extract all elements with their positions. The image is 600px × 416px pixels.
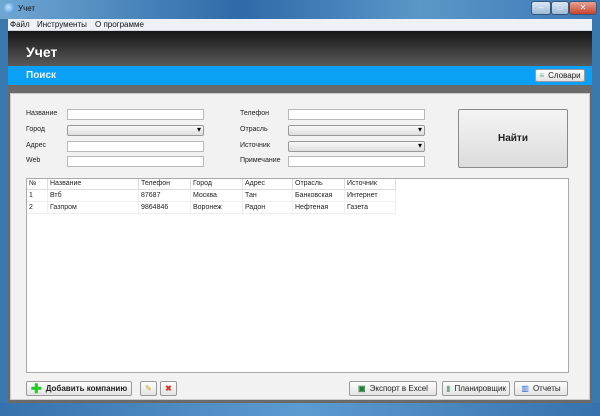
planner-icon: ▮ (446, 384, 451, 393)
column-header-city[interactable]: Город (191, 179, 243, 190)
find-button[interactable]: Найти (458, 109, 568, 168)
excel-icon: ▣ (358, 384, 366, 393)
table-cell[interactable]: 1 (27, 190, 48, 202)
menu-about[interactable]: О программе (95, 20, 144, 29)
web-label: Web (26, 157, 41, 164)
planner-button[interactable]: ▮ Планировщик (442, 381, 510, 396)
table-cell[interactable]: Газета (345, 202, 396, 214)
menu-bar: Файл Инструменты О программе (8, 19, 592, 31)
window-title: Учет (18, 4, 36, 13)
note-label: Примечание (240, 157, 281, 164)
table-cell[interactable]: Радон (243, 202, 293, 214)
table-cell[interactable]: Газпром (48, 202, 139, 214)
planner-label: Планировщик (454, 384, 506, 393)
column-header-address[interactable]: Адрес (243, 179, 293, 190)
column-header-number[interactable]: № (27, 179, 48, 190)
close-button[interactable]: ✕ (569, 1, 597, 15)
column-header-industry[interactable]: Отрасль (293, 179, 345, 190)
table-cell[interactable]: Нефтеная (293, 202, 345, 214)
column-header-source[interactable]: Источник (345, 179, 396, 190)
name-label: Название (26, 110, 58, 117)
dictionary-icon: ≡ (539, 71, 545, 80)
table-cell[interactable]: 2 (27, 202, 48, 214)
table-cell[interactable]: Воронеж (191, 202, 243, 214)
search-title: Поиск (26, 70, 57, 81)
pencil-icon: ✎ (145, 384, 152, 393)
source-label: Источник (240, 142, 270, 149)
phone-label: Телефон (240, 110, 270, 117)
search-section-bar: Поиск ≡ Словари (8, 66, 592, 85)
window-bottom-border (0, 403, 600, 416)
source-select[interactable] (288, 141, 425, 152)
table-cell[interactable]: Втб (48, 190, 139, 202)
delete-icon: ✖ (165, 384, 172, 393)
table-cell[interactable]: Банковская (293, 190, 345, 202)
table-cell[interactable]: Интернет (345, 190, 396, 202)
dictionaries-button[interactable]: ≡ Словари (535, 69, 585, 82)
industry-select[interactable] (288, 125, 425, 136)
note-input[interactable] (288, 156, 425, 167)
table-cell[interactable]: Тан (243, 190, 293, 202)
address-input[interactable] (67, 141, 204, 152)
reports-label: Отчеты (532, 384, 561, 393)
city-select[interactable] (67, 125, 204, 136)
edit-button[interactable]: ✎ (140, 381, 157, 396)
table-cell[interactable]: 87687 (139, 190, 191, 202)
reports-button[interactable]: ▥ Отчеты (514, 381, 568, 396)
minimize-button[interactable]: – (531, 1, 551, 15)
industry-label: Отрасль (240, 126, 268, 133)
app-title: Учет (26, 44, 58, 60)
title-bar: Учет – □ ✕ (0, 0, 600, 19)
maximize-button[interactable]: □ (551, 1, 569, 15)
export-excel-button[interactable]: ▣ Экспорт в Excel (349, 381, 437, 396)
delete-button[interactable]: ✖ (160, 381, 177, 396)
chart-icon: ▥ (521, 384, 529, 393)
app-icon (4, 3, 15, 14)
plus-icon: ✚ (30, 380, 42, 396)
city-label: Город (26, 126, 45, 133)
add-company-button[interactable]: ✚ Добавить компанию (26, 381, 132, 396)
export-excel-label: Экспорт в Excel (369, 384, 428, 393)
companies-table[interactable]: № Название Телефон Город Адрес Отрасль И… (26, 178, 569, 373)
phone-input[interactable] (288, 109, 425, 120)
name-input[interactable] (67, 109, 204, 120)
web-input[interactable] (67, 156, 204, 167)
address-label: Адрес (26, 142, 47, 149)
app-header: Учет (8, 31, 592, 66)
table-cell[interactable]: 9864846 (139, 202, 191, 214)
column-header-phone[interactable]: Телефон (139, 179, 191, 190)
dictionaries-label: Словари (548, 71, 581, 80)
menu-tools[interactable]: Инструменты (37, 20, 87, 29)
column-header-name[interactable]: Название (48, 179, 139, 190)
add-company-label: Добавить компанию (45, 384, 128, 393)
table-cell[interactable]: Москва (191, 190, 243, 202)
menu-file[interactable]: Файл (10, 20, 30, 29)
